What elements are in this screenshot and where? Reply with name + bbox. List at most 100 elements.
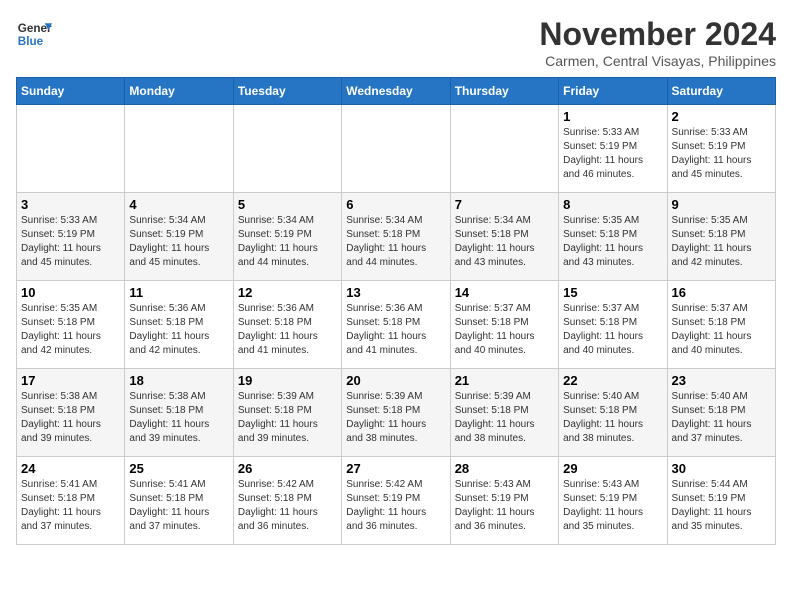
day-number: 29 [563, 461, 662, 476]
calendar-cell: 21Sunrise: 5:39 AM Sunset: 5:18 PM Dayli… [450, 369, 558, 457]
calendar-cell: 7 Sunrise: 5:34 AM Sunset: 5:18 PM Daylig… [450, 193, 558, 281]
day-number: 3 [21, 197, 120, 212]
day-number: 9 [672, 197, 771, 212]
title-block: November 2024 Carmen, Central Visayas, P… [539, 16, 776, 69]
calendar-cell: 20 Sunrise: 5:39 AM Sunset: 5:18 PM Dayli… [342, 369, 450, 457]
calendar-body: 1Sunrise: 5:33 AM Sunset: 5:19 PM Daylig… [17, 105, 776, 545]
day-info: Sunrise: 5:43 AM Sunset: 5:19 PM Dayligh… [455, 478, 554, 534]
calendar-cell: 19 Sunrise: 5:39 AM Sunset: 5:18 PM Dayli… [233, 369, 341, 457]
logo: General Blue [16, 16, 52, 52]
weekday-header-tuesday: Tuesday [233, 78, 341, 105]
calendar-week-3: 10 Sunrise: 5:35 AM Sunset: 5:18 PM Dayli… [17, 281, 776, 369]
day-info: Sunrise: 5:34 AM Sunset: 5:19 PM Dayligh… [129, 214, 228, 270]
calendar-cell: 2 Sunrise: 5:33 AM Sunset: 5:19 PM Daylig… [667, 105, 775, 193]
day-number: 20 [346, 373, 445, 388]
calendar-cell: 4 Sunrise: 5:34 AM Sunset: 5:19 PM Daylig… [125, 193, 233, 281]
calendar-cell: 30Sunrise: 5:44 AM Sunset: 5:19 PM Dayli… [667, 457, 775, 545]
calendar-cell: 24 Sunrise: 5:41 AM Sunset: 5:18 PM Dayli… [17, 457, 125, 545]
day-info: Sunrise: 5:39 AM Sunset: 5:18 PM Dayligh… [346, 390, 445, 446]
day-number: 22 [563, 373, 662, 388]
month-title: November 2024 [539, 16, 776, 53]
calendar-cell: 14 Sunrise: 5:37 AM Sunset: 5:18 PM Dayli… [450, 281, 558, 369]
calendar-week-2: 3 Sunrise: 5:33 AM Sunset: 5:19 PM Daylig… [17, 193, 776, 281]
day-info: Sunrise: 5:33 AM Sunset: 5:19 PM Dayligh… [672, 126, 771, 182]
day-number: 23 [672, 373, 771, 388]
calendar-header: SundayMondayTuesdayWednesdayThursdayFrid… [17, 78, 776, 105]
day-number: 28 [455, 461, 554, 476]
day-info: Sunrise: 5:33 AM Sunset: 5:19 PM Dayligh… [21, 214, 120, 270]
page-header: General Blue November 2024 Carmen, Centr… [16, 16, 776, 69]
calendar-cell: 27 Sunrise: 5:42 AM Sunset: 5:19 PM Dayli… [342, 457, 450, 545]
day-info: Sunrise: 5:36 AM Sunset: 5:18 PM Dayligh… [129, 302, 228, 358]
weekday-header-wednesday: Wednesday [342, 78, 450, 105]
day-number: 10 [21, 285, 120, 300]
day-info: Sunrise: 5:43 AM Sunset: 5:19 PM Dayligh… [563, 478, 662, 534]
day-number: 26 [238, 461, 337, 476]
day-number: 8 [563, 197, 662, 212]
weekday-header-thursday: Thursday [450, 78, 558, 105]
day-number: 13 [346, 285, 445, 300]
day-info: Sunrise: 5:35 AM Sunset: 5:18 PM Dayligh… [672, 214, 771, 270]
day-number: 17 [21, 373, 120, 388]
calendar-cell: 12 Sunrise: 5:36 AM Sunset: 5:18 PM Dayli… [233, 281, 341, 369]
calendar-cell: 10 Sunrise: 5:35 AM Sunset: 5:18 PM Dayli… [17, 281, 125, 369]
day-info: Sunrise: 5:42 AM Sunset: 5:19 PM Dayligh… [346, 478, 445, 534]
calendar-cell: 25 Sunrise: 5:41 AM Sunset: 5:18 PM Dayli… [125, 457, 233, 545]
location: Carmen, Central Visayas, Philippines [539, 53, 776, 69]
day-info: Sunrise: 5:41 AM Sunset: 5:18 PM Dayligh… [21, 478, 120, 534]
calendar-cell: 29 Sunrise: 5:43 AM Sunset: 5:19 PM Dayli… [559, 457, 667, 545]
day-number: 15 [563, 285, 662, 300]
day-number: 5 [238, 197, 337, 212]
day-info: Sunrise: 5:37 AM Sunset: 5:18 PM Dayligh… [563, 302, 662, 358]
day-number: 27 [346, 461, 445, 476]
weekday-header-row: SundayMondayTuesdayWednesdayThursdayFrid… [17, 78, 776, 105]
calendar-cell [342, 105, 450, 193]
calendar-cell [233, 105, 341, 193]
day-number: 19 [238, 373, 337, 388]
calendar-cell: 28 Sunrise: 5:43 AM Sunset: 5:19 PM Dayli… [450, 457, 558, 545]
calendar-cell: 3 Sunrise: 5:33 AM Sunset: 5:19 PM Daylig… [17, 193, 125, 281]
day-info: Sunrise: 5:35 AM Sunset: 5:18 PM Dayligh… [21, 302, 120, 358]
day-number: 7 [455, 197, 554, 212]
calendar-cell [450, 105, 558, 193]
day-info: Sunrise: 5:36 AM Sunset: 5:18 PM Dayligh… [238, 302, 337, 358]
day-info: Sunrise: 5:34 AM Sunset: 5:18 PM Dayligh… [455, 214, 554, 270]
calendar-week-1: 1Sunrise: 5:33 AM Sunset: 5:19 PM Daylig… [17, 105, 776, 193]
calendar-cell: 11 Sunrise: 5:36 AM Sunset: 5:18 PM Dayli… [125, 281, 233, 369]
calendar-cell [17, 105, 125, 193]
day-info: Sunrise: 5:34 AM Sunset: 5:19 PM Dayligh… [238, 214, 337, 270]
calendar-cell: 26 Sunrise: 5:42 AM Sunset: 5:18 PM Dayli… [233, 457, 341, 545]
calendar-week-4: 17 Sunrise: 5:38 AM Sunset: 5:18 PM Dayli… [17, 369, 776, 457]
day-info: Sunrise: 5:35 AM Sunset: 5:18 PM Dayligh… [563, 214, 662, 270]
logo-icon: General Blue [16, 16, 52, 52]
day-info: Sunrise: 5:37 AM Sunset: 5:18 PM Dayligh… [672, 302, 771, 358]
calendar-cell: 13 Sunrise: 5:36 AM Sunset: 5:18 PM Dayli… [342, 281, 450, 369]
day-info: Sunrise: 5:33 AM Sunset: 5:19 PM Dayligh… [563, 126, 662, 182]
day-number: 21 [455, 373, 554, 388]
day-number: 25 [129, 461, 228, 476]
weekday-header-sunday: Sunday [17, 78, 125, 105]
weekday-header-monday: Monday [125, 78, 233, 105]
day-number: 4 [129, 197, 228, 212]
calendar-cell: 6Sunrise: 5:34 AM Sunset: 5:18 PM Daylig… [342, 193, 450, 281]
calendar-cell: 15 Sunrise: 5:37 AM Sunset: 5:18 PM Dayli… [559, 281, 667, 369]
calendar-cell: 23 Sunrise: 5:40 AM Sunset: 5:18 PM Dayli… [667, 369, 775, 457]
day-info: Sunrise: 5:44 AM Sunset: 5:19 PM Dayligh… [672, 478, 771, 534]
day-info: Sunrise: 5:36 AM Sunset: 5:18 PM Dayligh… [346, 302, 445, 358]
day-number: 12 [238, 285, 337, 300]
calendar-cell [125, 105, 233, 193]
day-info: Sunrise: 5:40 AM Sunset: 5:18 PM Dayligh… [672, 390, 771, 446]
calendar-cell: 5 Sunrise: 5:34 AM Sunset: 5:19 PM Daylig… [233, 193, 341, 281]
day-number: 2 [672, 109, 771, 124]
calendar-cell: 17 Sunrise: 5:38 AM Sunset: 5:18 PM Dayli… [17, 369, 125, 457]
day-info: Sunrise: 5:39 AM Sunset: 5:18 PM Dayligh… [238, 390, 337, 446]
day-info: Sunrise: 5:38 AM Sunset: 5:18 PM Dayligh… [21, 390, 120, 446]
day-number: 11 [129, 285, 228, 300]
svg-text:Blue: Blue [18, 35, 44, 48]
day-number: 24 [21, 461, 120, 476]
day-number: 14 [455, 285, 554, 300]
day-info: Sunrise: 5:37 AM Sunset: 5:18 PM Dayligh… [455, 302, 554, 358]
day-info: Sunrise: 5:42 AM Sunset: 5:18 PM Dayligh… [238, 478, 337, 534]
day-info: Sunrise: 5:41 AM Sunset: 5:18 PM Dayligh… [129, 478, 228, 534]
day-number: 6 [346, 197, 445, 212]
